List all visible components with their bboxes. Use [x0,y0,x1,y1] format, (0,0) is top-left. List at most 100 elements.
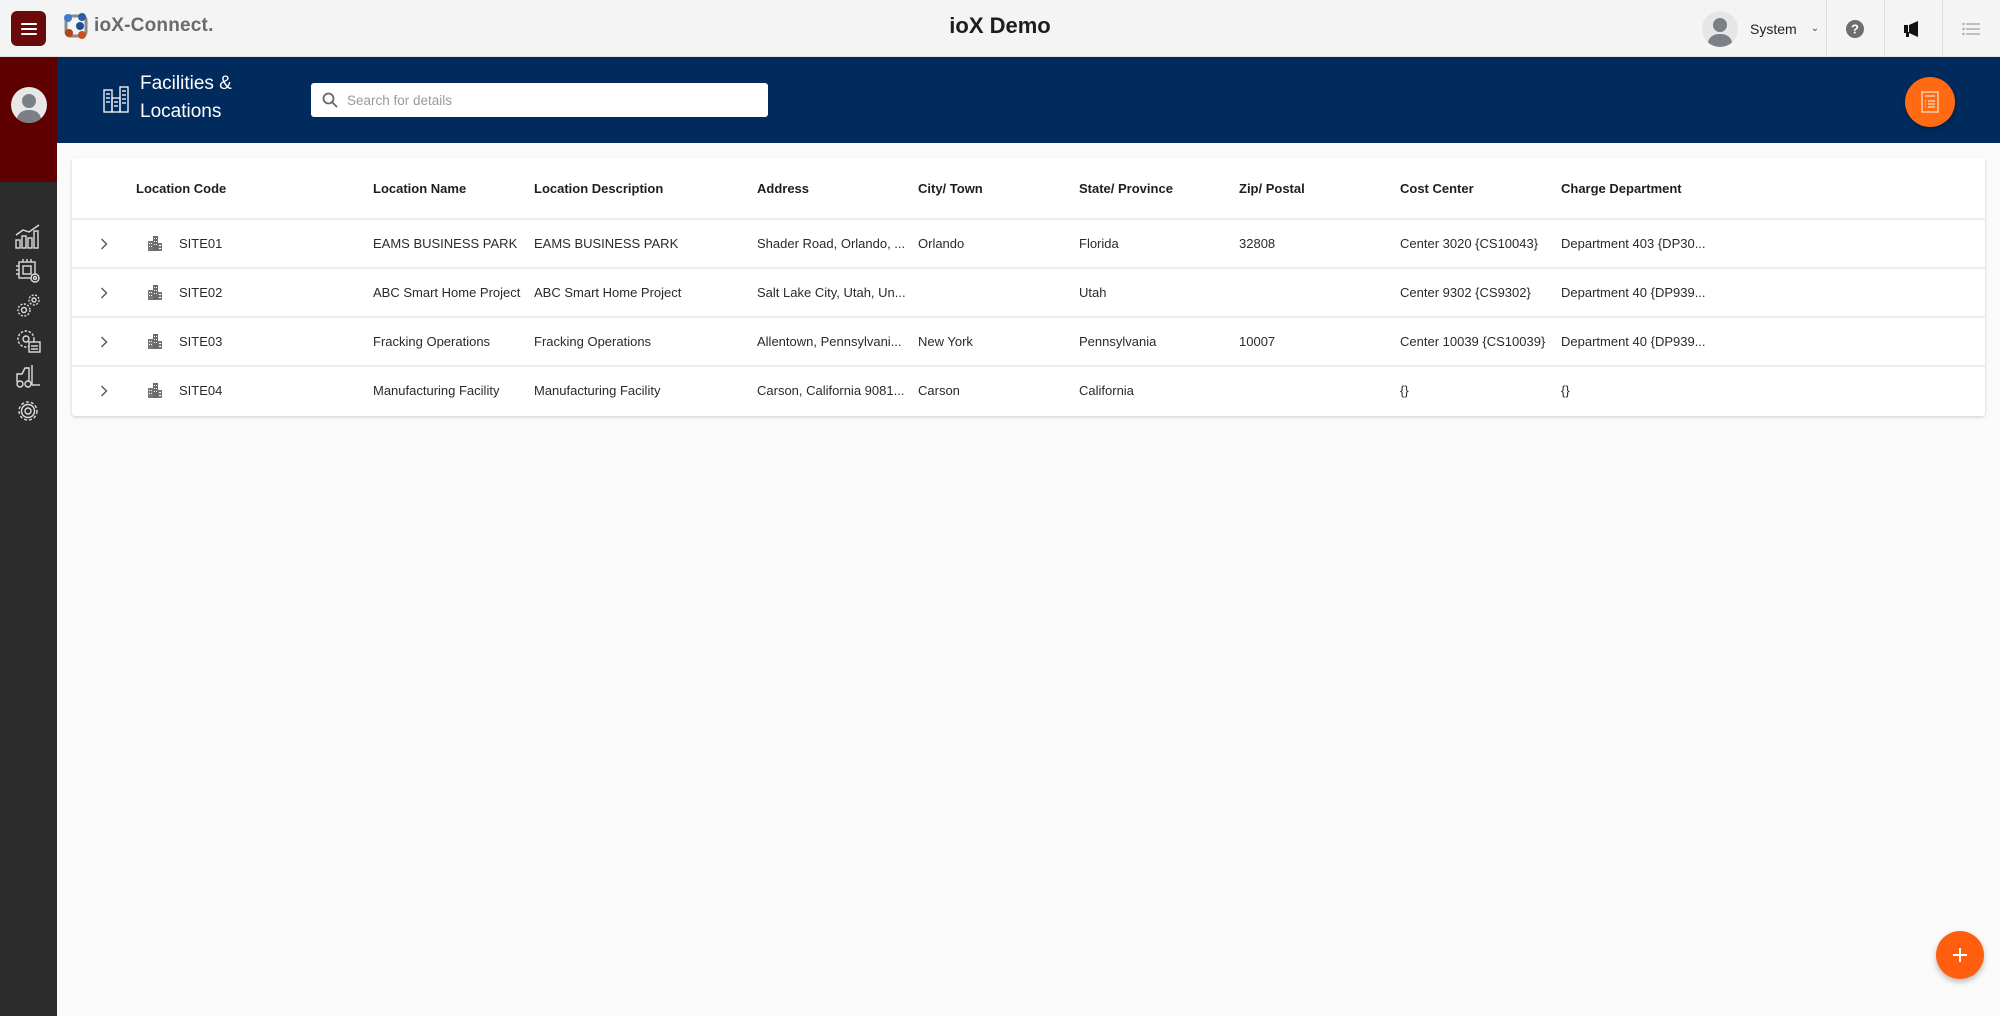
help-button[interactable]: ? [1840,14,1870,44]
cell-location-code[interactable]: SITE04 [179,383,349,398]
sidebar-profile-area [0,57,57,182]
help-icon: ? [1846,20,1864,38]
sidebar-item-processes[interactable] [13,327,43,355]
cell-city: Orlando [918,236,965,251]
user-name: System [1750,20,1797,37]
cell-address: Salt Lake City, Utah, Un... [757,285,906,300]
cell-city: Carson [918,383,960,398]
building-icon [148,334,162,349]
cell-state: Utah [1079,285,1107,300]
cell-charge-department: {} [1561,383,1570,398]
cell-location-name: EAMS BUSINESS PARK [373,236,518,251]
search-icon [321,91,339,109]
gear-icon [18,401,38,421]
column-header-cost-center[interactable]: Cost Center [1400,181,1474,196]
chevron-right-icon[interactable] [96,235,112,253]
chevron-right-icon[interactable] [96,333,112,351]
cell-cost-center: Center 3020 {CS10043} [1400,236,1539,251]
table-header: Location Code Location Name Location Des… [72,158,1985,220]
building-icon [148,236,162,251]
iox-logo-icon [64,13,88,39]
report-button[interactable] [1905,77,1955,127]
left-sidebar [0,57,57,1016]
column-header-location-code[interactable]: Location Code [136,181,226,196]
app-logo[interactable]: ioX-Connect. [62,12,214,40]
forklift-icon [16,365,40,388]
search-input[interactable] [347,92,747,108]
cell-charge-department: Department 403 {DP30... [1561,236,1706,251]
bar-chart-icon [15,224,40,249]
menu-icon [20,22,37,35]
cell-location-description: EAMS BUSINESS PARK [534,236,679,251]
cell-charge-department: Department 40 {DP939... [1561,334,1706,349]
cell-zip: 32808 [1239,236,1276,251]
cell-cost-center: Center 9302 {CS9302} [1400,285,1531,300]
list-menu-button[interactable] [1956,14,1986,44]
column-header-zip[interactable]: Zip/ Postal [1239,181,1305,196]
app-title: ioX Demo [949,13,1051,38]
user-avatar [1702,10,1738,47]
cell-location-description: ABC Smart Home Project [534,285,682,300]
chevron-right-icon[interactable] [96,284,112,302]
table-row[interactable]: SITE01 EAMS BUSINESS PARK EAMS BUSINESS … [72,220,1985,269]
cell-state: Pennsylvania [1079,334,1157,349]
megaphone-icon [1904,21,1918,37]
cell-location-name: Fracking Operations [373,334,491,349]
column-header-charge-department[interactable]: Charge Department [1561,181,1682,196]
gears-icon [17,294,40,317]
user-menu[interactable]: System ⌄ [1702,10,1819,47]
building-icon [148,285,162,300]
cell-city: New York [918,334,973,349]
cell-location-description: Manufacturing Facility [534,383,661,398]
sidebar-item-settings[interactable] [13,397,43,425]
chevron-down-icon: ⌄ [1810,23,1820,34]
cell-state: California [1079,383,1134,398]
building-icon [148,383,162,398]
page-title: Facilities & Locations [140,73,232,122]
sidebar-item-analytics[interactable] [13,222,43,250]
cell-location-code[interactable]: SITE02 [179,285,349,300]
cell-location-code[interactable]: SITE03 [179,334,349,349]
chevron-right-icon[interactable] [96,382,112,400]
sidebar-item-devices[interactable] [13,257,43,285]
sidebar-avatar[interactable] [11,87,47,123]
sidebar-item-assets[interactable] [13,362,43,390]
cell-state: Florida [1079,236,1119,251]
column-header-location-name[interactable]: Location Name [373,181,466,196]
table-row[interactable]: SITE04 Manufacturing Facility Manufactur… [72,367,1985,416]
gear-form-icon [17,330,41,353]
sidebar-item-configuration[interactable] [13,292,43,320]
cell-cost-center: {} [1400,383,1409,398]
column-header-address[interactable]: Address [757,181,809,196]
list-icon [1962,22,1980,36]
report-icon [1921,91,1939,113]
announcements-button[interactable] [1898,14,1928,44]
cell-location-code[interactable]: SITE01 [179,236,349,251]
divider [1826,0,1827,57]
buildings-icon [103,86,129,113]
cell-charge-department: Department 40 {DP939... [1561,285,1706,300]
cell-address: Shader Road, Orlando, ... [757,236,906,251]
cell-cost-center: Center 10039 {CS10039} [1400,334,1546,349]
top-bar: ioX-Connect. ioX Demo System ⌄ ? [0,0,2000,57]
page-header: Facilities & Locations [57,57,2000,143]
cell-location-name: Manufacturing Facility [373,383,500,398]
locations-table: Location Code Location Name Location Des… [72,158,1985,416]
column-header-state[interactable]: State/ Province [1079,181,1173,196]
add-location-button[interactable] [1936,931,1984,979]
cell-zip: 10007 [1239,334,1276,349]
table-row[interactable]: SITE02 ABC Smart Home Project ABC Smart … [72,269,1985,318]
search-field[interactable] [311,83,768,117]
column-header-location-description[interactable]: Location Description [534,181,663,196]
cell-address: Allentown, Pennsylvani... [757,334,902,349]
column-header-city[interactable]: City/ Town [918,181,983,196]
svg-text:?: ? [1851,22,1859,37]
divider [1942,0,1943,57]
menu-button[interactable] [11,11,46,46]
cell-location-name: ABC Smart Home Project [373,285,521,300]
divider [1884,0,1885,57]
table-row[interactable]: SITE03 Fracking Operations Fracking Oper… [72,318,1985,367]
cell-location-description: Fracking Operations [534,334,652,349]
chip-gear-icon [16,259,40,283]
cell-address: Carson, California 9081... [757,383,905,398]
